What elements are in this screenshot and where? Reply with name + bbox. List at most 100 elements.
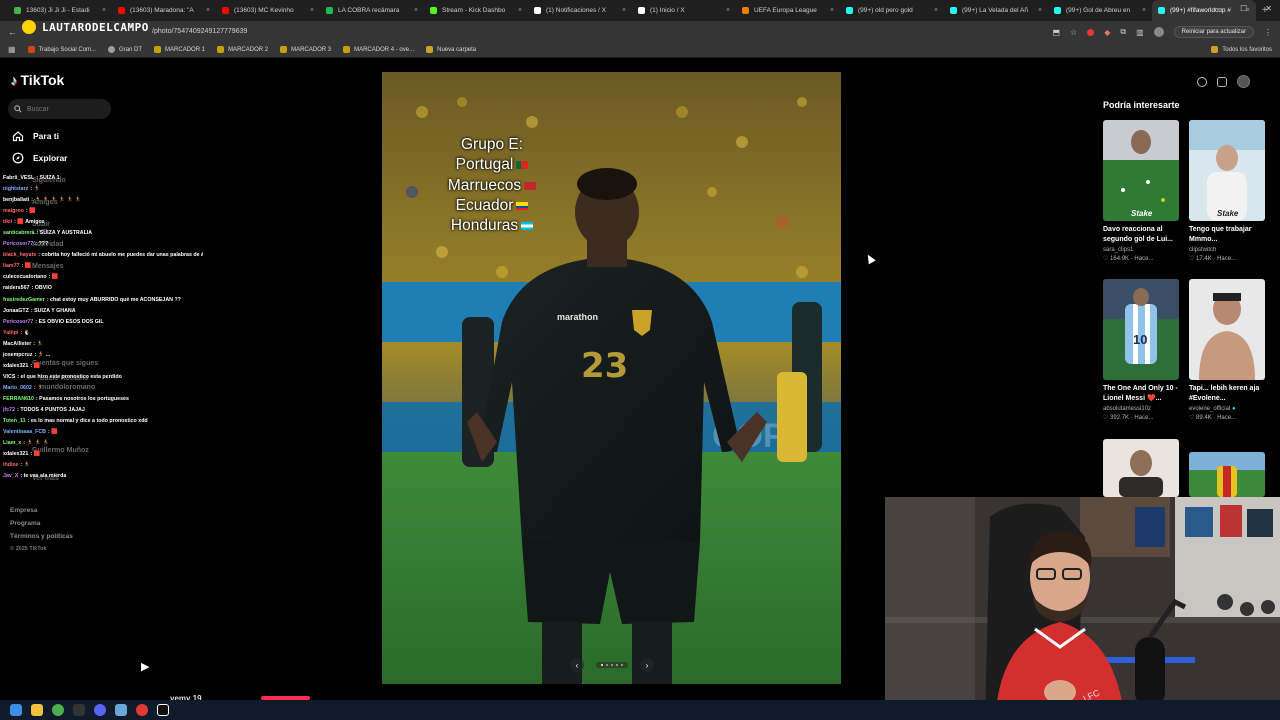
- nav-item-explore[interactable]: Explorar: [12, 147, 68, 169]
- chat-message: tikii: 🟥 Amigos: [3, 217, 203, 228]
- chat-username: JonaaGTZ: [3, 307, 29, 314]
- tab-close-icon[interactable]: ×: [102, 7, 106, 14]
- tab-close-icon[interactable]: ×: [518, 7, 522, 14]
- browser-tab[interactable]: (99+) Gol de Abreu en ×: [1048, 0, 1152, 21]
- flag-ma-icon: [524, 181, 537, 190]
- bookmark-item[interactable]: Gran DT: [108, 46, 142, 53]
- maximize-icon[interactable]: ☐: [1240, 4, 1247, 13]
- bookmark-item[interactable]: Trabajo Social Com...: [27, 46, 96, 53]
- chat-message: maigroo: 🟥: [3, 206, 203, 217]
- suggestion-user: evolene_official ●: [1189, 406, 1236, 412]
- sidebar-icon[interactable]: ▥: [1136, 28, 1144, 37]
- discord-icon[interactable]: [94, 704, 106, 716]
- user-avatar[interactable]: [1237, 75, 1250, 88]
- url-text[interactable]: /photo/7547409249127779639: [152, 28, 247, 35]
- chat-message: xdalex321: 🟥: [3, 361, 203, 372]
- suggestion-card[interactable]: Stake Davo reacciona al segundo gol de L…: [1103, 120, 1179, 262]
- app-icon[interactable]: [115, 704, 127, 716]
- suggestion-card[interactable]: Stake Tengo que trabajar Mmmo... clipstw…: [1189, 120, 1265, 262]
- minimize-icon[interactable]: —: [1214, 4, 1222, 13]
- bookmark-item[interactable]: MARCADOR 4 - ove...: [343, 46, 414, 53]
- install-icon[interactable]: ⬒: [1052, 28, 1060, 37]
- suggestion-card[interactable]: Tapi... lebih keren aja #Evolene... evol…: [1189, 279, 1265, 421]
- extension-record-icon[interactable]: [1087, 28, 1095, 36]
- chat-message: Fabrii_VESL: SUIZA 1: [3, 173, 203, 184]
- coin-icon[interactable]: [1197, 76, 1207, 87]
- browser-tab[interactable]: (1) Notificaciones / X ×: [528, 0, 632, 21]
- app-icon[interactable]: [136, 704, 148, 716]
- chat-message: santicabrera: SUIZA Y AUSTRALIA: [3, 228, 203, 239]
- bookmark-favicon-icon: [108, 46, 116, 53]
- apps-icon[interactable]: ▦: [8, 45, 16, 54]
- tab-close-icon[interactable]: ×: [1038, 7, 1042, 14]
- puzzle-icon[interactable]: ⧉: [1120, 27, 1126, 37]
- caption-line: Grupo E:: [432, 135, 552, 155]
- tab-close-icon[interactable]: ×: [310, 7, 314, 14]
- footer-link[interactable]: Empresa: [10, 504, 73, 517]
- update-button[interactable]: Reiniciar para actualizar: [1173, 26, 1254, 38]
- footer-link[interactable]: Programa: [10, 517, 73, 530]
- file-explorer-icon[interactable]: [31, 704, 43, 716]
- tab-close-icon[interactable]: ×: [726, 7, 730, 14]
- search-box[interactable]: [8, 99, 111, 119]
- chat-text: : 🟥: [47, 429, 58, 436]
- obs-icon[interactable]: [73, 704, 85, 716]
- chat-message: Yaliipi: 🐧: [3, 328, 203, 339]
- carousel-dots: [596, 662, 628, 668]
- chat-username: VICS: [3, 373, 16, 380]
- footer-link[interactable]: Términos y políticas: [10, 530, 73, 543]
- carousel-next-icon[interactable]: ›: [640, 658, 654, 672]
- browser-tab[interactable]: (13603) MC Kevinho ×: [216, 0, 320, 21]
- bookmark-favicon-icon: [154, 46, 162, 53]
- tab-title: (99+) La Velada del Añ: [962, 7, 1028, 14]
- tab-close-icon[interactable]: ×: [414, 7, 418, 14]
- carousel-prev-icon[interactable]: ‹: [570, 658, 584, 672]
- suggestion-card[interactable]: 10 The One And Only 10 - Lionel Messi ❤️…: [1103, 279, 1179, 421]
- tab-close-icon[interactable]: ×: [206, 7, 210, 14]
- bookmark-item[interactable]: Nueva carpeta: [426, 46, 476, 53]
- bookmark-favicon-icon: [280, 46, 288, 53]
- all-bookmarks[interactable]: Todos los favoritos: [1211, 46, 1272, 53]
- browser-tab[interactable]: (13603) Maradona: "A ×: [112, 0, 216, 21]
- tiktok-logo[interactable]: ♪ TikTok: [11, 72, 64, 88]
- bookmark-item[interactable]: MARCADOR 3: [280, 46, 331, 53]
- profile-avatar[interactable]: [1153, 27, 1164, 37]
- bookmark-item[interactable]: MARCADOR 1: [154, 46, 205, 53]
- tab-favicon-icon: [430, 7, 437, 14]
- menu-icon[interactable]: ⋮: [1264, 28, 1272, 37]
- browser-tab[interactable]: (1) Inicio / X ×: [632, 0, 736, 21]
- search-input[interactable]: [27, 105, 107, 113]
- extension-icon[interactable]: ◆: [1104, 28, 1110, 37]
- chat-text: : 🟥: [30, 451, 41, 458]
- chat-message: Pericosor77: ???: [3, 239, 203, 250]
- star-icon[interactable]: ☆: [1070, 28, 1077, 37]
- chat-username: Fabrii_VESL: [3, 175, 35, 181]
- suggestion-card[interactable]: [1189, 452, 1265, 497]
- chat-text: : 🏃 ...: [34, 351, 51, 358]
- windows-start-icon[interactable]: [10, 704, 22, 716]
- tab-close-icon[interactable]: ×: [830, 7, 834, 14]
- chat-text: : ???: [35, 241, 49, 248]
- close-window-icon[interactable]: ✕: [1265, 4, 1272, 13]
- top-right-actions: [1197, 75, 1250, 88]
- nav-item-for-you[interactable]: Para ti: [12, 125, 68, 147]
- bookmark-item[interactable]: MARCADOR 2: [217, 46, 268, 53]
- browser-tab[interactable]: 13603) Ji Ji Ji - Estadi ×: [8, 0, 112, 21]
- browser-tab[interactable]: UEFA Europa League ×: [736, 0, 840, 21]
- tab-close-icon[interactable]: ×: [1142, 7, 1146, 14]
- browser-tab[interactable]: Stream - Kick Dashbo ×: [424, 0, 528, 21]
- post-photo[interactable]: COPA marathon 23 Grupo E: Portugal Marru…: [382, 72, 841, 684]
- chrome-icon[interactable]: [52, 704, 64, 716]
- tiktok-app-icon[interactable]: [157, 704, 169, 716]
- suggestion-card[interactable]: [1103, 439, 1179, 497]
- play-icon[interactable]: ▶: [141, 660, 149, 673]
- browser-tab[interactable]: (99+) old pero gold ×: [840, 0, 944, 21]
- browser-tab[interactable]: (99+) La Velada del Añ ×: [944, 0, 1048, 21]
- tab-title: LA COBRA recámara: [338, 7, 400, 14]
- tab-close-icon[interactable]: ×: [934, 7, 938, 14]
- back-icon[interactable]: ←: [8, 27, 22, 37]
- device-icon[interactable]: [1217, 76, 1227, 87]
- tab-close-icon[interactable]: ×: [622, 7, 626, 14]
- browser-tab[interactable]: LA COBRA recámara ×: [320, 0, 424, 21]
- caption-line: Ecuador: [432, 196, 552, 216]
